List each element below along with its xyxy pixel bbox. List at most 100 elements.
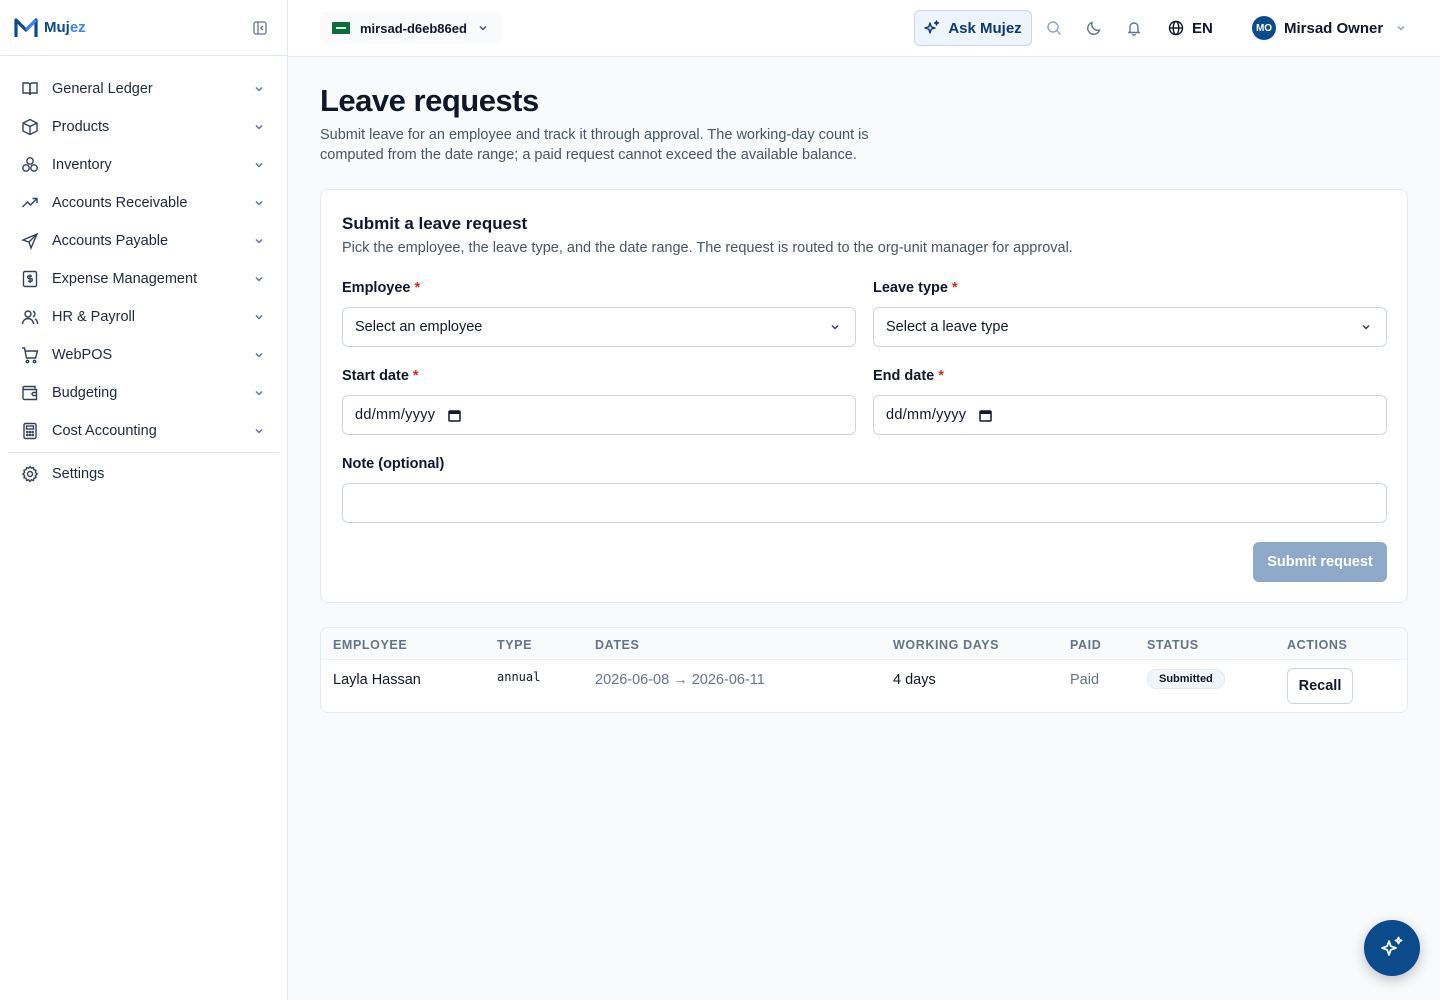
flag-icon — [332, 22, 350, 34]
sidebar-item-label: Accounts Payable — [52, 233, 169, 249]
chevron-down-icon — [251, 347, 267, 363]
column-header-status[interactable]: STATUS — [1147, 638, 1199, 652]
chevron-down-icon — [251, 385, 267, 401]
column-header-dates[interactable]: DATES — [595, 638, 639, 652]
required-mark: * — [951, 280, 958, 296]
table-header: EMPLOYEE TYPE DATES WORKING DAYS PAID ST… — [321, 628, 1407, 660]
required-mark: * — [412, 368, 419, 384]
mujez-logo-icon — [14, 17, 38, 37]
chevron-down-icon — [251, 157, 267, 173]
employee-select-value: Select an employee — [355, 319, 483, 335]
moon-icon[interactable] — [1084, 18, 1104, 38]
org-switcher[interactable]: mirsad-d6eb86ed — [320, 12, 501, 44]
brand-name: Mujez — [44, 19, 86, 36]
end-date-label: End date * — [873, 368, 944, 384]
language-code: EN — [1192, 19, 1213, 37]
sidebar-item-accounts-receivable[interactable]: Accounts Receivable — [8, 184, 279, 222]
user-menu[interactable]: MO Mirsad Owner — [1252, 14, 1407, 42]
ask-mujez-label: Ask Mujez — [948, 19, 1022, 37]
form-description: Pick the employee, the leave type, and t… — [342, 240, 1073, 256]
ask-mujez-button[interactable]: Ask Mujez — [914, 10, 1032, 46]
sidebar-item-label: HR & Payroll — [52, 309, 135, 325]
column-header-working-days[interactable]: WORKING DAYS — [893, 638, 999, 652]
sidebar-nav: General Ledger Products Inventory Accoun… — [0, 56, 287, 493]
topbar: mirsad-d6eb86ed Ask Mujez EN MO Mirsad O… — [288, 0, 1440, 57]
column-header-type[interactable]: TYPE — [497, 638, 532, 652]
sidebar-item-inventory[interactable]: Inventory — [8, 146, 279, 184]
bell-icon[interactable] — [1124, 18, 1144, 38]
cell-dates: 2026-06-08 → 2026-06-11 — [595, 672, 765, 688]
sidebar-item-budgeting[interactable]: Budgeting — [8, 374, 279, 412]
sidebar-item-cost-accounting[interactable]: Cost Accounting — [8, 412, 279, 450]
search-icon[interactable] — [1044, 18, 1064, 38]
sidebar-item-settings[interactable]: Settings — [8, 455, 279, 493]
avatar: MO — [1252, 16, 1276, 40]
globe-icon — [1168, 20, 1184, 36]
start-date-input[interactable]: dd/mm/yyyy — [342, 395, 856, 435]
trend-up-icon — [20, 193, 40, 213]
box-icon — [20, 117, 40, 137]
ai-assistant-fab[interactable] — [1364, 920, 1420, 976]
end-date-input[interactable]: dd/mm/yyyy — [873, 395, 1387, 435]
sidebar-item-label: Cost Accounting — [52, 423, 157, 439]
leave-type-label: Leave type * — [873, 280, 958, 296]
start-date-label: Start date * — [342, 368, 419, 384]
user-name: Mirsad Owner — [1284, 19, 1384, 37]
status-badge: Submitted — [1147, 669, 1225, 689]
note-label: Note (optional) — [342, 456, 445, 472]
brand-logo[interactable]: Mujez — [14, 17, 86, 39]
leave-request-form: Submit a leave request Pick the employee… — [320, 189, 1408, 603]
page-description: Submit leave for an employee and track i… — [320, 127, 869, 163]
wallet-icon — [20, 383, 40, 403]
chevron-down-icon — [251, 119, 267, 135]
sidebar-header: Mujez — [0, 0, 287, 56]
sparkles-icon — [924, 20, 940, 36]
note-input[interactable] — [342, 483, 1387, 523]
sidebar-item-hr-payroll[interactable]: HR & Payroll — [8, 298, 279, 336]
chevron-down-icon — [1395, 22, 1407, 34]
sidebar-item-label: Inventory — [52, 157, 112, 173]
column-header-actions[interactable]: ACTIONS — [1287, 638, 1347, 652]
form-title: Submit a leave request — [342, 214, 528, 233]
sidebar-item-label: Budgeting — [52, 385, 118, 401]
cart-icon — [20, 345, 40, 365]
sidebar-collapse-icon[interactable] — [249, 17, 271, 39]
sidebar-item-products[interactable]: Products — [8, 108, 279, 146]
column-header-employee[interactable]: EMPLOYEE — [333, 638, 407, 652]
cell-working-days: 4 days — [893, 672, 936, 688]
cell-paid: Paid — [1070, 672, 1100, 688]
chevron-down-icon — [251, 233, 267, 249]
language-switcher[interactable]: EN — [1168, 14, 1213, 42]
required-mark: * — [938, 368, 944, 384]
end-date-placeholder: dd/mm/yyyy — [886, 407, 967, 423]
table-row: Layla Hassan annual 2026-06-08 → 2026-06… — [321, 660, 1407, 712]
sparkles-icon — [1379, 935, 1405, 961]
calendar-icon[interactable] — [978, 408, 992, 422]
chevron-down-icon — [251, 309, 267, 325]
sidebar-item-label: WebPOS — [52, 347, 113, 363]
calendar-icon[interactable] — [447, 408, 461, 422]
employee-label: Employee * — [342, 280, 421, 296]
calculator-icon — [20, 421, 40, 441]
submit-request-button[interactable]: Submit request — [1253, 542, 1387, 582]
chevron-down-icon — [251, 81, 267, 97]
chevron-down-icon — [1358, 319, 1374, 335]
recall-button[interactable]: Recall — [1287, 668, 1353, 704]
sidebar-item-expense-management[interactable]: Expense Management — [8, 260, 279, 298]
users-icon — [20, 307, 40, 327]
sidebar-item-webpos[interactable]: WebPOS — [8, 336, 279, 374]
sidebar-divider — [8, 452, 279, 453]
column-header-paid[interactable]: PAID — [1070, 638, 1101, 652]
sidebar-item-general-ledger[interactable]: General Ledger — [8, 70, 279, 108]
cell-employee: Layla Hassan — [333, 672, 421, 688]
sidebar-item-label: Settings — [52, 466, 105, 482]
sidebar-item-accounts-payable[interactable]: Accounts Payable — [8, 222, 279, 260]
leave-type-select[interactable]: Select a leave type — [873, 307, 1387, 347]
org-name: mirsad-d6eb86ed — [360, 20, 467, 36]
sidebar-item-label: Accounts Receivable — [52, 195, 188, 211]
sidebar-item-label: Products — [52, 119, 110, 135]
employee-select[interactable]: Select an employee — [342, 307, 856, 347]
chevron-down-icon — [251, 195, 267, 211]
receipt-icon — [20, 269, 40, 289]
send-icon — [20, 231, 40, 251]
